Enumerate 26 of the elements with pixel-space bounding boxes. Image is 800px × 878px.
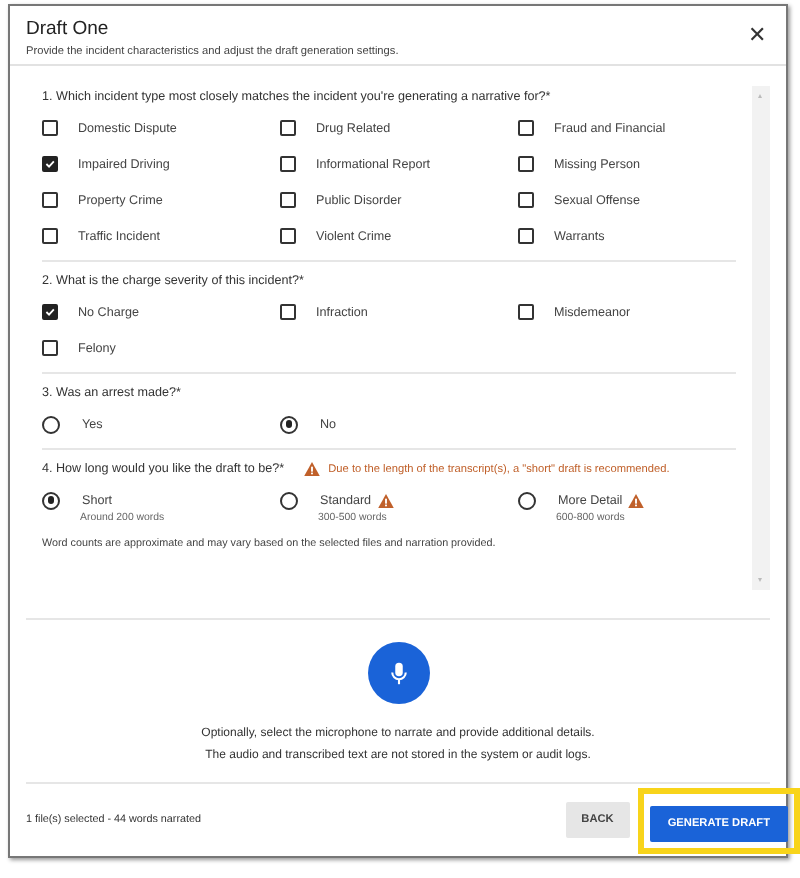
checkbox[interactable] — [518, 156, 534, 172]
checkbox[interactable] — [518, 192, 534, 208]
radio-button[interactable] — [280, 415, 298, 433]
checkbox[interactable] — [280, 304, 296, 320]
checkbox[interactable] — [518, 304, 534, 320]
radio-button[interactable] — [42, 491, 60, 509]
radio-button[interactable] — [518, 491, 536, 509]
checkbox[interactable] — [42, 228, 58, 244]
close-button[interactable]: ✕ — [744, 26, 770, 48]
checkbox[interactable] — [42, 192, 58, 208]
dialog-title: Draft One — [26, 18, 111, 40]
checkbox[interactable] — [518, 228, 534, 244]
microphone-icon — [389, 661, 407, 685]
radio-button[interactable] — [42, 415, 60, 433]
microphone-button[interactable] — [367, 642, 429, 704]
checkbox[interactable] — [42, 156, 58, 172]
warning-icon — [304, 462, 321, 476]
checkbox[interactable] — [518, 120, 534, 136]
checkbox[interactable] — [280, 120, 296, 136]
checkbox[interactable] — [280, 228, 296, 244]
radio-button[interactable] — [280, 491, 298, 509]
checkbox[interactable] — [280, 156, 296, 172]
checkbox[interactable] — [42, 340, 58, 356]
checkbox[interactable] — [42, 120, 58, 136]
checkbox[interactable] — [42, 304, 58, 320]
checkbox[interactable] — [280, 192, 296, 208]
